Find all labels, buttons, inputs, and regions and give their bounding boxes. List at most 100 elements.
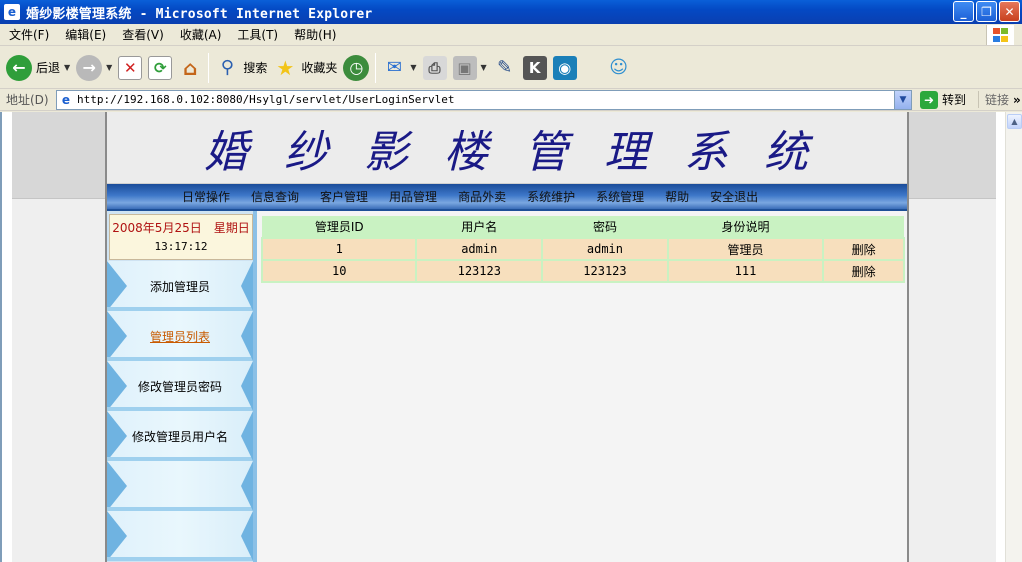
menu-file[interactable]: 文件(F): [0, 26, 56, 43]
forward-arrow-icon: →: [76, 54, 103, 81]
window-title: 婚纱影楼管理系统 - Microsoft Internet Explorer: [26, 6, 373, 22]
nav-supplies[interactable]: 用品管理: [389, 188, 437, 205]
menu-view[interactable]: 查看(V): [113, 26, 171, 43]
stop-icon: ✕: [118, 55, 143, 80]
go-label: 转到: [942, 93, 967, 107]
forward-button[interactable]: → ▼: [76, 51, 112, 85]
messenger-button[interactable]: ☺: [607, 51, 631, 85]
back-button[interactable]: ← 后退 ▼: [6, 51, 70, 85]
search-label: 搜索: [243, 61, 268, 75]
toolbar-separator: [208, 52, 210, 83]
address-url[interactable]: http://192.168.0.102:8080/Hsylgl/servlet…: [77, 93, 455, 106]
nav-daily[interactable]: 日常操作: [182, 188, 230, 205]
nav-maintenance[interactable]: 系统维护: [527, 188, 575, 205]
search-button[interactable]: ⚲ 搜索: [215, 51, 268, 85]
sidebar-item-change-password[interactable]: 修改管理员密码: [107, 361, 253, 411]
sidebar-item-label[interactable]: 管理员列表: [150, 328, 210, 345]
sidebar-item-empty[interactable]: [107, 461, 253, 511]
address-input[interactable]: e http://192.168.0.102:8080/Hsylgl/servl…: [56, 89, 912, 110]
cell-username: 123123: [415, 259, 544, 283]
address-dropdown-icon[interactable]: ▼: [894, 90, 911, 109]
messenger-icon: ☺: [609, 57, 629, 78]
favorites-button[interactable]: ★ 收藏夹: [273, 51, 337, 85]
nav-help[interactable]: 帮助: [665, 188, 689, 205]
back-label: 后退: [36, 61, 61, 75]
sidebar-item-label: 添加管理员: [149, 279, 210, 294]
windows-logo-icon: [986, 25, 1014, 45]
home-button[interactable]: ⌂: [178, 51, 202, 85]
mail-button[interactable]: ✉ ▼: [382, 51, 417, 85]
favorites-label: 收藏夹: [301, 61, 338, 75]
window-title-bar[interactable]: e 婚纱影楼管理系统 - Microsoft Internet Explorer…: [0, 0, 1022, 24]
sidebar-item-label: 修改管理员用户名: [131, 429, 228, 444]
search-icon: ⚲: [220, 57, 234, 78]
links-button[interactable]: 链接: [978, 91, 1009, 108]
date-box: 2008年5月25日 星期日 13:17:12: [109, 214, 253, 260]
sidebar-item-add-admin[interactable]: 添加管理员: [107, 261, 253, 311]
refresh-button[interactable]: ⟳: [148, 51, 173, 85]
nav-customers[interactable]: 客户管理: [320, 188, 368, 205]
current-time: 13:17:12: [154, 240, 208, 253]
history-button[interactable]: ◷: [343, 51, 370, 85]
column-header: 密码: [542, 216, 668, 238]
k-plugin-icon: K: [522, 55, 547, 80]
page-icon: e: [61, 92, 71, 107]
main-nav: 日常操作 信息查询 客户管理 用品管理 商品外卖 系统维护 系统管理 帮助 安全…: [107, 184, 907, 211]
discuss-icon: ✎: [497, 57, 513, 78]
k-plugin-button[interactable]: K: [522, 51, 547, 85]
print-button[interactable]: ⎙: [422, 51, 447, 85]
site-banner: 婚纱影楼管理系统: [107, 112, 907, 184]
edit-button[interactable]: ▣ ▼: [452, 51, 487, 85]
nav-goods[interactable]: 商品外卖: [458, 188, 506, 205]
vertical-scrollbar[interactable]: ▲: [1005, 112, 1022, 562]
nav-query[interactable]: 信息查询: [251, 188, 299, 205]
table-row: 1 admin admin 管理员 删除: [260, 237, 905, 261]
cell-id: 1: [260, 237, 418, 261]
edit-icon: ▣: [452, 55, 477, 80]
site-title: 婚纱影楼管理系统: [204, 126, 844, 178]
column-header: [823, 216, 904, 238]
p-plugin-button[interactable]: ◉: [552, 51, 577, 85]
minimize-button[interactable]: _: [953, 1, 974, 22]
p-plugin-icon: ◉: [552, 55, 577, 80]
close-button[interactable]: ✕: [999, 1, 1020, 22]
delete-link[interactable]: 删除: [822, 237, 905, 261]
cell-role: 管理员: [666, 237, 825, 261]
nav-logout[interactable]: 安全退出: [710, 188, 758, 205]
star-icon: ★: [276, 55, 295, 80]
nav-system[interactable]: 系统管理: [596, 188, 644, 205]
chevron-right-icon[interactable]: »: [1013, 93, 1021, 107]
sidebar-item-admin-list[interactable]: 管理员列表: [107, 311, 253, 361]
scroll-up-icon[interactable]: ▲: [1007, 114, 1022, 129]
home-icon: ⌂: [183, 55, 198, 80]
go-arrow-icon: ➜: [920, 90, 938, 109]
menu-favorites[interactable]: 收藏(A): [171, 26, 229, 43]
toolbar: ← 后退 ▼ → ▼ ✕ ⟳ ⌂ ⚲ 搜索 ★ 收藏夹 ◷ ✉ ▼ ⎙ ▣ ▼ …: [0, 47, 1022, 89]
menu-tools[interactable]: 工具(T): [228, 26, 285, 43]
main-content: 管理员ID 用户名 密码 身份说明 1 admin admin 管理员 删除 1…: [260, 211, 907, 562]
discuss-button[interactable]: ✎: [493, 51, 517, 85]
history-icon: ◷: [343, 54, 370, 81]
go-button[interactable]: ➜ 转到: [920, 90, 967, 109]
edit-dropdown-icon[interactable]: ▼: [481, 63, 487, 72]
menu-edit[interactable]: 编辑(E): [56, 26, 113, 43]
column-header: 用户名: [416, 216, 543, 238]
cell-role: 111: [666, 259, 825, 283]
cell-password: admin: [541, 237, 669, 261]
sidebar: 2008年5月25日 星期日 13:17:12 添加管理员 管理员列表 修改管理…: [107, 211, 257, 562]
maximize-button[interactable]: ❐: [976, 1, 997, 22]
delete-link[interactable]: 删除: [822, 259, 905, 283]
cell-username: admin: [415, 237, 544, 261]
app-page: 婚纱影楼管理系统 日常操作 信息查询 客户管理 用品管理 商品外卖 系统维护 系…: [105, 112, 909, 562]
address-bar: 地址(D) e http://192.168.0.102:8080/Hsylgl…: [0, 89, 1022, 111]
stop-button[interactable]: ✕: [118, 51, 143, 85]
sidebar-item-change-username[interactable]: 修改管理员用户名: [107, 411, 253, 461]
sidebar-item-empty[interactable]: [107, 511, 253, 561]
mail-dropdown-icon[interactable]: ▼: [410, 63, 416, 72]
browser-viewport: 婚纱影楼管理系统 日常操作 信息查询 客户管理 用品管理 商品外卖 系统维护 系…: [0, 112, 1022, 562]
forward-dropdown-icon[interactable]: ▼: [106, 63, 112, 72]
admin-table: 管理员ID 用户名 密码 身份说明 1 admin admin 管理员 删除 1…: [260, 216, 905, 283]
back-dropdown-icon[interactable]: ▼: [64, 63, 70, 72]
refresh-icon: ⟳: [148, 55, 173, 80]
menu-help[interactable]: 帮助(H): [285, 26, 343, 43]
